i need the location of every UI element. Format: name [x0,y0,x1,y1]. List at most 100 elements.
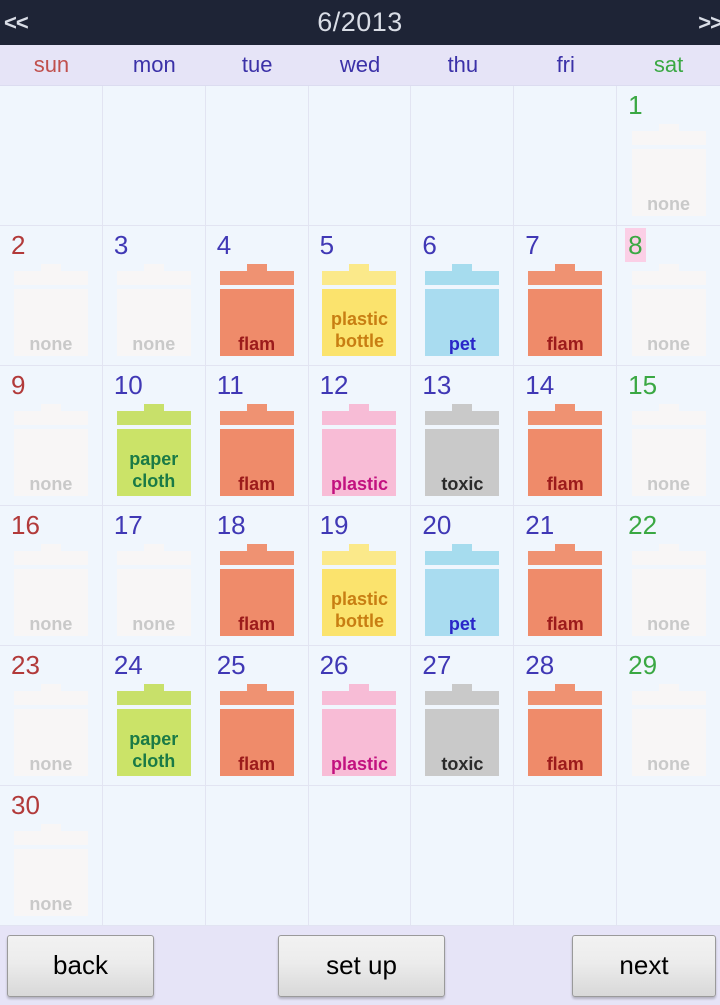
day-cell[interactable]: paper cloth 10 [102,366,206,506]
day-cell-empty [411,786,515,926]
bin-label: none [647,194,691,214]
day-cell[interactable]: none 29 [617,646,720,786]
previous-month-button[interactable]: << [4,0,29,45]
bin-handle-icon [555,264,576,271]
bin-label: none [29,334,73,354]
bin-label: pet [448,334,476,354]
day-cell[interactable]: none 2 [0,226,103,366]
bin-handle-icon [40,544,61,551]
trash-bin-icon: plastic bottle [322,264,397,356]
trash-bin-icon: none [13,824,88,916]
day-cell[interactable]: flam 21 [514,506,618,646]
weekday-header-thu: thu [447,52,479,77]
bin-lid-icon [13,271,88,285]
bin-handle-icon [246,544,267,551]
day-cell[interactable]: plastic bottle 5 [308,226,412,366]
bin-lid-icon [425,551,500,565]
weekday-header-sun: sun [33,52,70,77]
day-cell-empty [308,786,412,926]
bin-lid-icon [528,691,603,705]
trash-bin-icon: plastic bottle [322,544,397,636]
day-number: 17 [113,510,143,540]
day-cell[interactable]: none 3 [102,226,206,366]
day-cell[interactable]: none 16 [0,506,103,646]
trash-bin-icon: flam [528,544,603,636]
weekday-header-sat: sat [653,52,684,77]
bin-lid-icon [13,551,88,565]
trash-bin-icon: plastic [322,684,397,776]
bin-handle-icon [555,544,576,551]
day-cell[interactable]: pet 6 [411,226,515,366]
day-number: 25 [216,650,246,680]
bin-handle-icon [143,264,164,271]
bin-handle-icon [40,404,61,411]
day-cell[interactable]: flam 28 [514,646,618,786]
day-cell[interactable]: none 22 [617,506,720,646]
day-cell[interactable]: flam 4 [205,226,309,366]
day-cell[interactable]: none 23 [0,646,103,786]
bin-handle-icon [658,264,679,271]
day-cell[interactable]: flam 18 [205,506,309,646]
bin-handle-icon [349,404,370,411]
trash-bin-icon: flam [219,544,294,636]
day-cell[interactable]: toxic 13 [411,366,515,506]
day-cell[interactable]: flam 11 [205,366,309,506]
day-cell[interactable]: flam 14 [514,366,618,506]
trash-bin-icon: none [631,124,706,216]
day-number: 27 [422,650,452,680]
bin-handle-icon [143,684,164,691]
next-month-button[interactable]: >> [698,0,720,45]
trash-bin-icon: none [13,404,88,496]
day-cell-empty [514,786,618,926]
day-cell-empty [0,86,103,226]
bin-label: flam [546,754,584,774]
trash-bin-icon: flam [528,404,603,496]
day-number: 22 [628,510,658,540]
day-cell[interactable]: paper cloth 24 [102,646,206,786]
day-cell-empty [205,786,309,926]
day-number: 11 [216,370,244,400]
trash-bin-icon: none [631,404,706,496]
day-cell[interactable]: none 17 [102,506,206,646]
bin-label: none [647,614,691,634]
day-cell[interactable]: pet 20 [411,506,515,646]
day-number: 21 [525,510,555,540]
day-cell[interactable]: plastic bottle 19 [308,506,412,646]
bin-handle-icon [452,684,473,691]
day-number: 13 [422,370,452,400]
day-cell-empty [411,86,515,226]
day-cell[interactable]: none 8 [617,226,720,366]
day-cell[interactable]: none 9 [0,366,103,506]
set-up-button[interactable]: set up [278,934,445,997]
bin-handle-icon [40,684,61,691]
next-button[interactable]: next [572,934,716,997]
day-cell[interactable]: none 15 [617,366,720,506]
day-cell-empty [308,86,412,226]
bin-handle-icon [658,124,679,131]
day-number: 6 [422,230,437,260]
day-number: 23 [11,650,40,680]
day-cell[interactable]: plastic 26 [308,646,412,786]
trash-bin-icon: paper cloth [116,684,191,776]
back-button[interactable]: back [7,934,154,997]
bin-label: none [647,334,691,354]
day-cell-empty [205,86,309,226]
day-number: 14 [525,370,555,400]
day-cell[interactable]: plastic 12 [308,366,412,506]
bin-label: flam [546,334,584,354]
bin-label: none [132,614,176,634]
day-cell[interactable]: toxic 27 [411,646,515,786]
weekday-header-wed: wed [339,52,381,77]
weekday-header-tue: tue [241,52,273,77]
bin-handle-icon [452,544,473,551]
day-cell[interactable]: flam 25 [205,646,309,786]
bin-label: toxic [441,474,484,494]
day-cell[interactable]: none 1 [617,86,720,226]
bin-label: pet [448,614,476,634]
bin-label: flam [546,614,584,634]
trash-bin-icon: none [116,264,191,356]
day-number: 18 [216,510,246,540]
day-number: 26 [319,650,349,680]
day-cell[interactable]: flam 7 [514,226,618,366]
day-cell[interactable]: none 30 [0,786,103,926]
